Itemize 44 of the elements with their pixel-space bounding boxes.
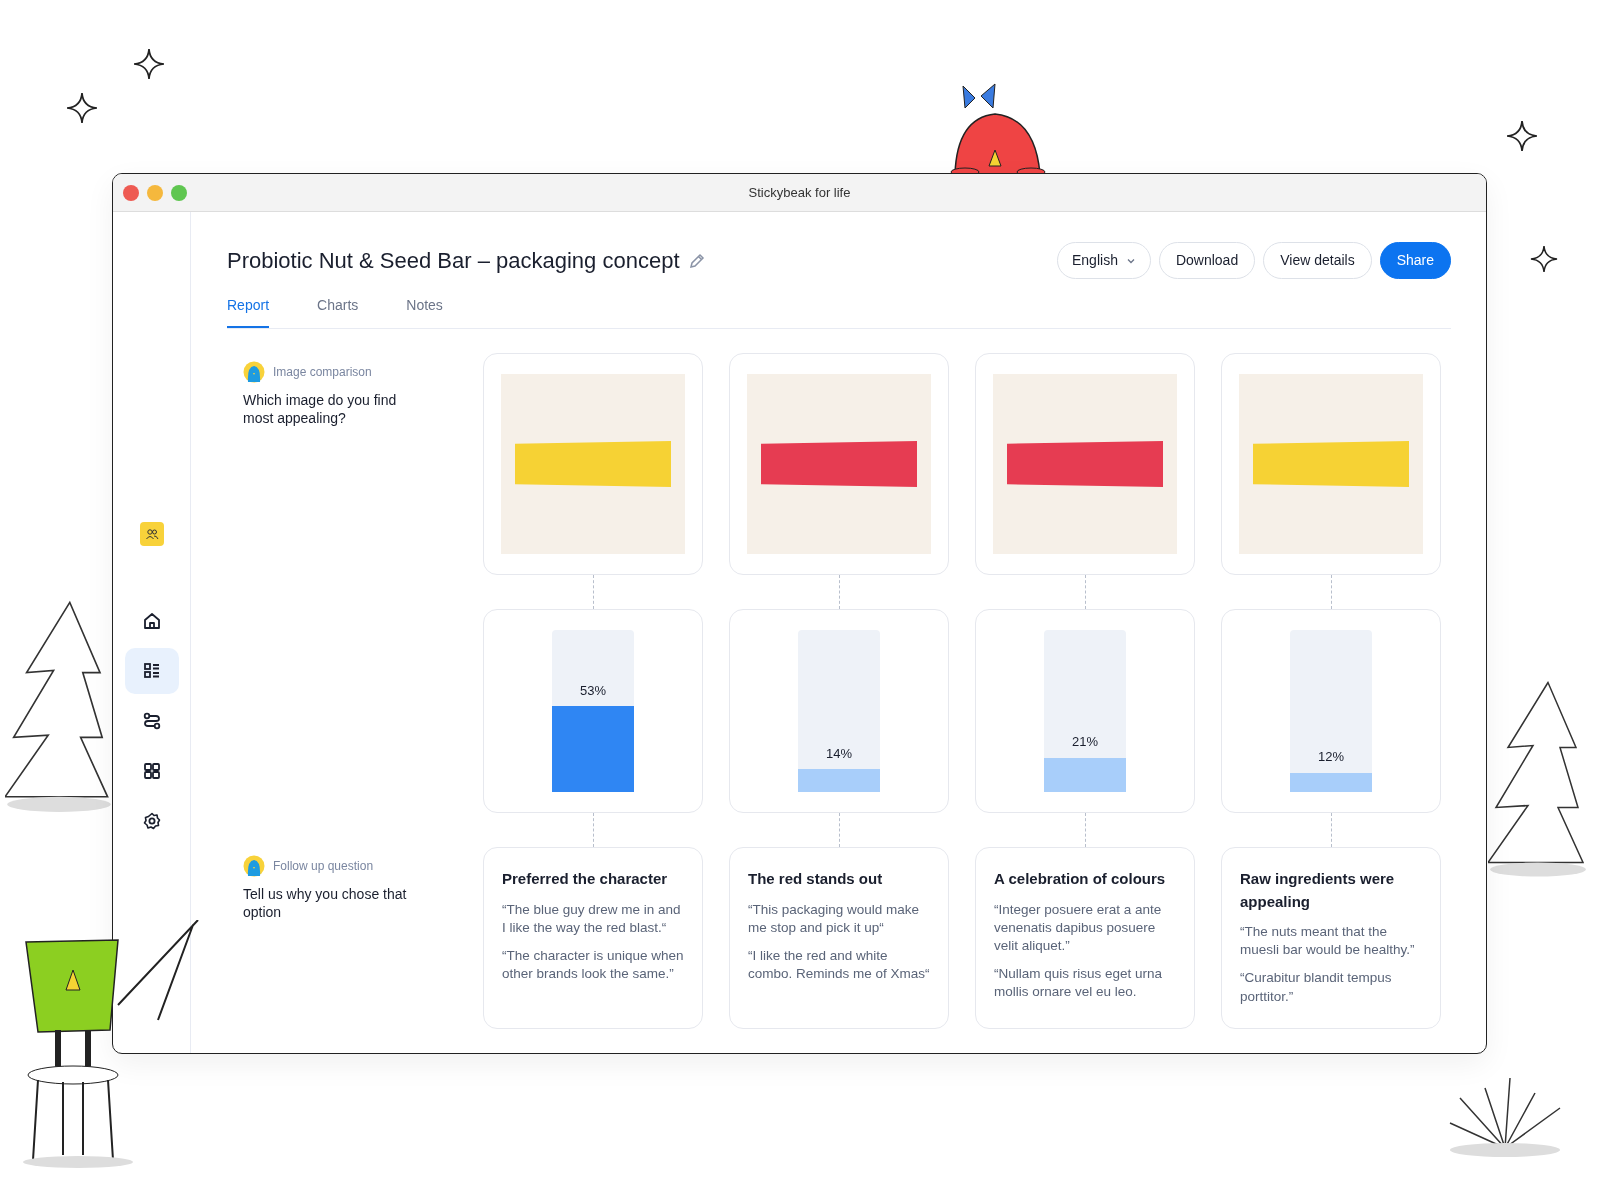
theme-title: A celebration of colours — [994, 869, 1167, 889]
tab[interactable]: Notes — [406, 295, 443, 328]
list-icon — [141, 661, 162, 681]
header-button[interactable]: View details — [1263, 242, 1372, 279]
theme-title: The red stands out — [748, 869, 884, 889]
question-text: Which image do you find most appealing? — [243, 391, 398, 428]
language-dropdown[interactable]: English — [1057, 242, 1151, 279]
logo-icon — [139, 522, 164, 546]
tab[interactable]: Charts — [317, 295, 359, 328]
percentage-label: 53% — [580, 681, 606, 700]
sparkle-icon — [66, 92, 98, 124]
route-icon — [141, 711, 162, 731]
quote-text: “This packaging would make me stop and pick it up“ — [748, 900, 921, 937]
sparkle-icon — [1506, 120, 1538, 152]
percentage-label: 21% — [1072, 733, 1098, 752]
bird-avatar-icon — [243, 855, 265, 877]
window-title: Stickybeak for life — [748, 183, 851, 202]
quote-text: “The nuts meant that the muesli bar would be healthy.” — [1240, 923, 1416, 960]
close-button[interactable] — [123, 185, 139, 201]
quote-text: “Nullam quis risus eget urna mollis ornare vel eu leo. — [994, 965, 1164, 1002]
quote-text: “Integer posuere erat a ante venenatis dapibus posuere velit aliquet.” — [994, 900, 1163, 955]
theme-title: Preferred the character — [502, 869, 669, 889]
sparkle-icon — [1530, 245, 1558, 273]
header-button[interactable]: Download — [1158, 242, 1256, 279]
bird-avatar-icon — [243, 361, 265, 383]
sidebar-item[interactable] — [124, 648, 179, 694]
percentage-label: 14% — [826, 744, 852, 763]
tab[interactable]: Report — [227, 295, 270, 328]
quote-text: “The blue guy drew me in and I like the way the red blast.“ — [502, 900, 682, 937]
quote-text: “Curabitur blandit tempus porttitor.” — [1240, 969, 1393, 1006]
question-type: Image comparison — [273, 364, 372, 381]
question-text: Tell us why you chose that option — [243, 885, 408, 922]
sparkle-icon — [133, 48, 165, 80]
edit-icon[interactable] — [687, 251, 706, 270]
question-type: Follow up question — [273, 858, 374, 875]
page-title: Probiotic Nut & Seed Bar – packaging concept — [227, 247, 680, 275]
quote-text: “The character is unique when other brands look the same.” — [502, 946, 684, 984]
percentage-label: 12% — [1318, 748, 1344, 767]
quote-text: “I like the red and white combo. Reminds me of Xmas“ — [748, 946, 930, 984]
home-icon — [141, 611, 162, 631]
settings-icon — [141, 811, 162, 831]
theme-title: Raw ingredients were appealing — [1240, 869, 1396, 912]
grid-icon — [141, 761, 162, 781]
header-button[interactable]: Share — [1379, 242, 1451, 279]
